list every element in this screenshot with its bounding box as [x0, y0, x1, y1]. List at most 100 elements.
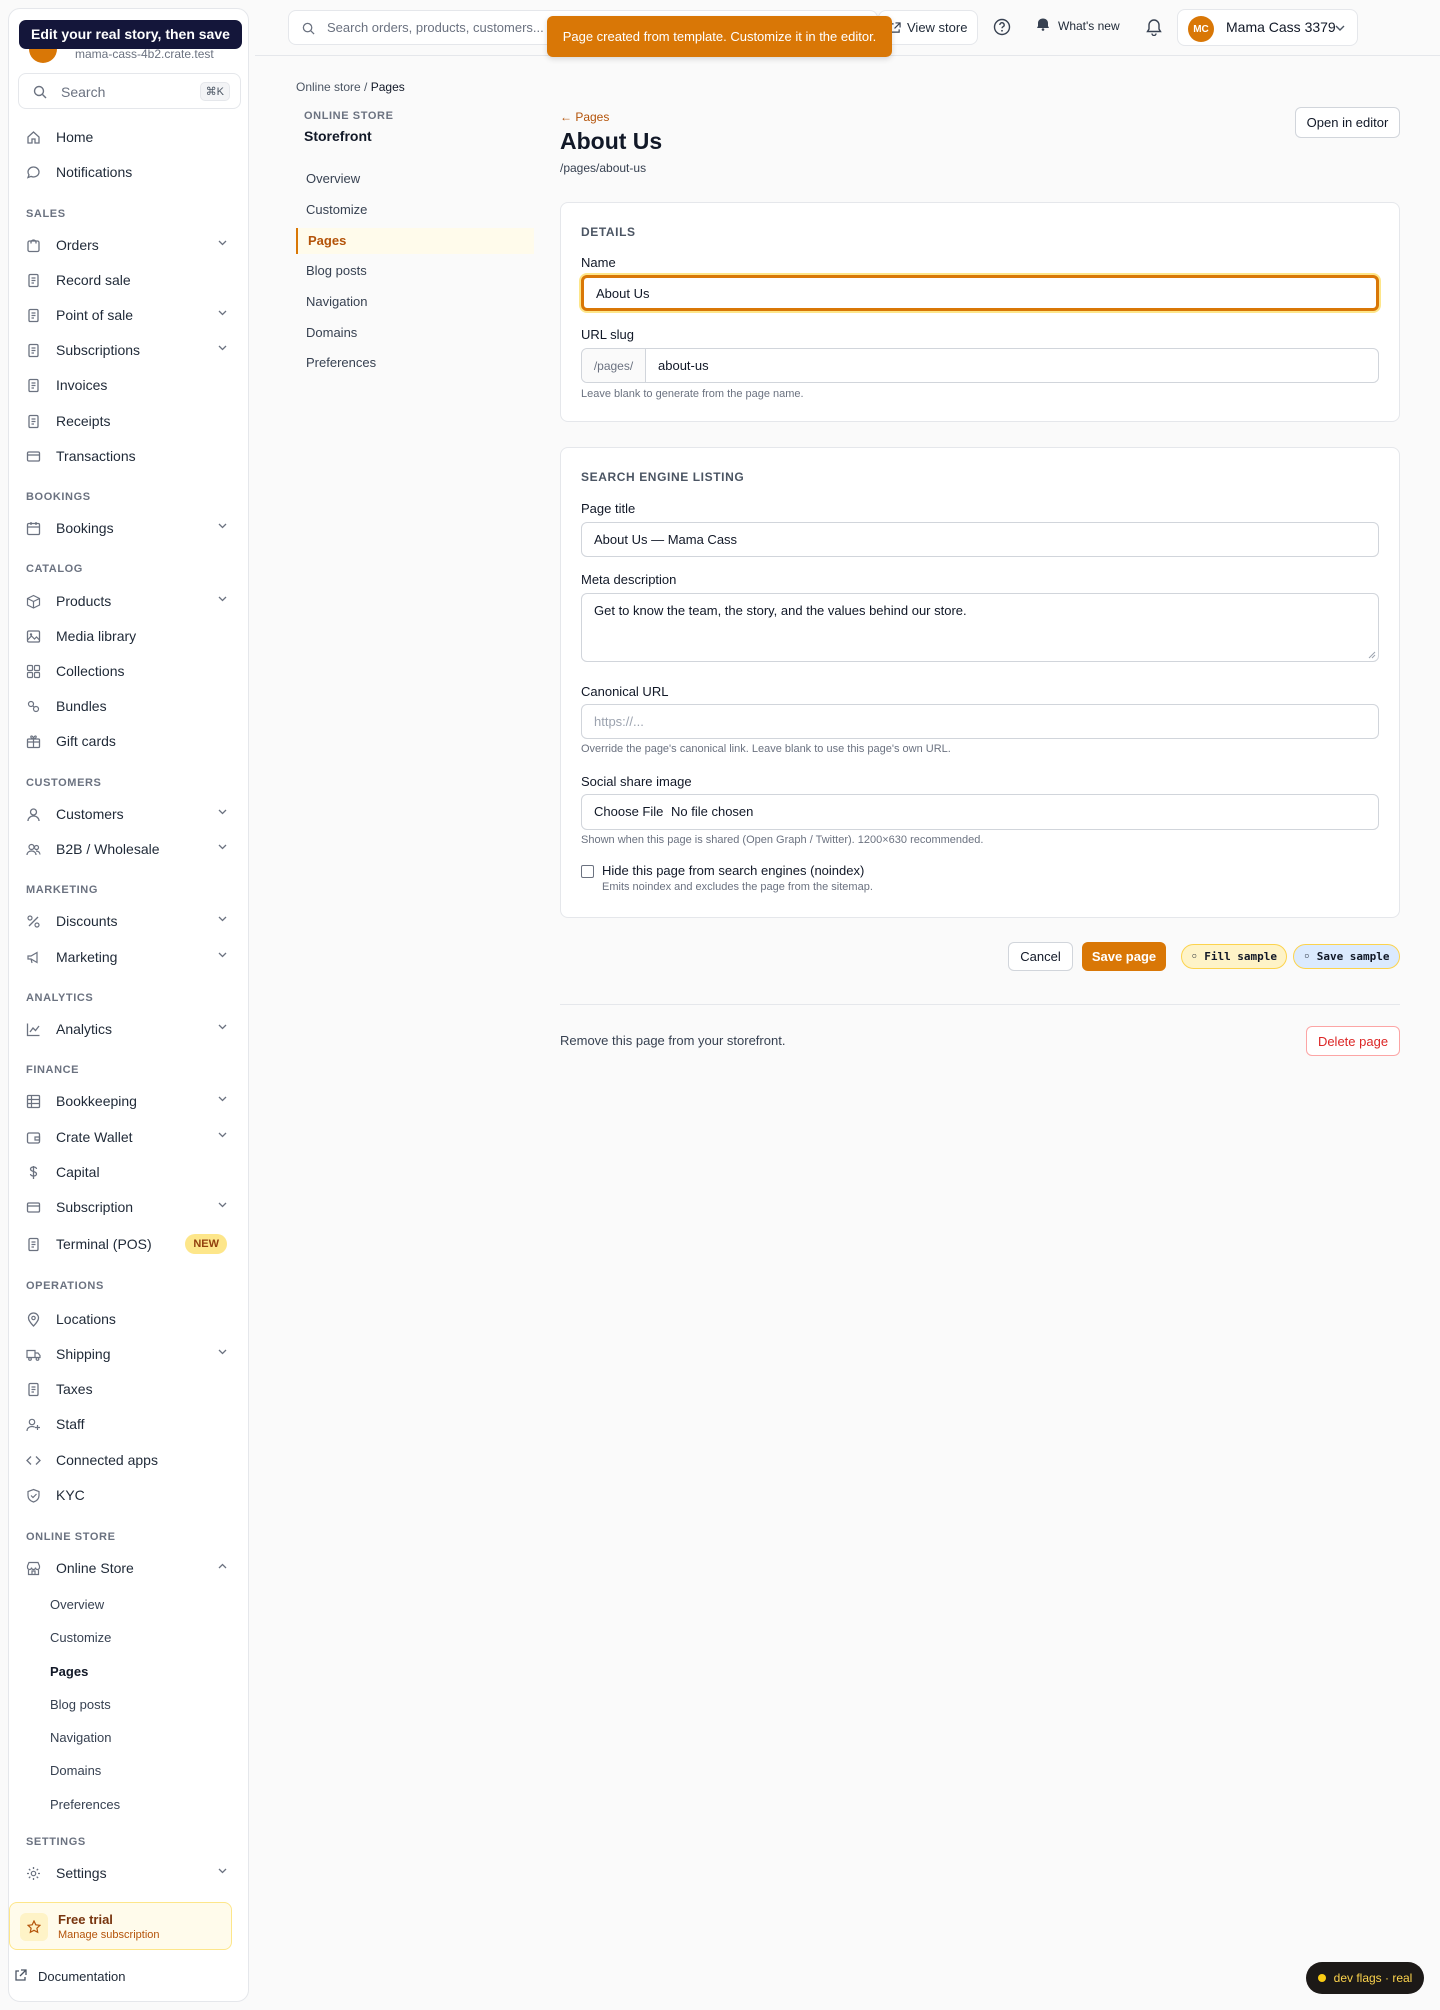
whats-new-button[interactable]: What's new	[1036, 17, 1120, 33]
local-nav-overview[interactable]: Overview	[296, 166, 534, 192]
sidebar-item-locations[interactable]: Locations	[12, 1303, 245, 1335]
sidebar-item-gift-cards[interactable]: Gift cards	[12, 725, 245, 757]
sidebar-item-settings[interactable]: Settings	[12, 1857, 245, 1889]
shortcut-hint: ⌘K	[199, 82, 230, 101]
sidebar-item-label: Staff	[56, 1416, 85, 1432]
save-page-button[interactable]: Save page	[1082, 942, 1166, 971]
social-share-file-input[interactable]: Choose File No file chosen	[581, 794, 1379, 830]
sidebar-subitem-4[interactable]: Navigation	[50, 1730, 111, 1745]
sidebar-item-label: Subscription	[56, 1199, 134, 1215]
sidebar-item-label: Bookkeeping	[56, 1093, 137, 1109]
sidebar-item-label: Terminal (POS)	[56, 1236, 152, 1252]
sidebar-item-b2b[interactable]: B2B / Wholesale	[12, 833, 245, 865]
sidebar-item-connected-apps[interactable]: Connected apps	[12, 1444, 245, 1476]
sidebar-subitem-1[interactable]: Customize	[50, 1630, 111, 1645]
sidebar-item-label: Discounts	[56, 913, 118, 929]
sidebar-item-label: Bundles	[56, 698, 107, 714]
sidebar-item-media[interactable]: Media library	[12, 620, 245, 652]
back-to-pages-link[interactable]: ← Pages	[560, 110, 609, 124]
sidebar-item-customers[interactable]: Customers	[12, 798, 245, 830]
save-sample-button[interactable]: ◦ Save sample	[1293, 944, 1400, 969]
external-link-icon	[15, 1969, 27, 1981]
doc-icon	[26, 343, 41, 358]
sidebar-item-products[interactable]: Products	[12, 585, 245, 617]
section-bookings: BOOKINGS	[26, 491, 91, 503]
sidebar-item-label: Media library	[56, 628, 137, 644]
sidebar-subitem-5[interactable]: Domains	[50, 1763, 101, 1778]
sidebar-item-invoices[interactable]: Invoices	[12, 369, 245, 401]
pin-icon	[26, 1312, 41, 1327]
meta-description-label: Meta description	[581, 572, 677, 587]
sidebar-search[interactable]: Search ⌘K	[18, 73, 241, 109]
sidebar-item-collections[interactable]: Collections	[12, 655, 245, 687]
sidebar-item-orders[interactable]: Orders	[12, 229, 245, 261]
sidebar-item-staff[interactable]: Staff	[12, 1408, 245, 1440]
local-nav-preferences[interactable]: Preferences	[296, 350, 534, 376]
global-search-placeholder: Search orders, products, customers...	[327, 20, 544, 35]
sidebar-item-notifications[interactable]: Notifications	[12, 156, 245, 188]
name-input[interactable]	[581, 275, 1379, 311]
sidebar-item-transactions[interactable]: Transactions	[12, 440, 245, 472]
fill-sample-button[interactable]: ◦ Fill sample	[1181, 944, 1287, 969]
choose-file-button[interactable]: Choose File	[594, 804, 663, 819]
documentation-link[interactable]: Documentation	[14, 1969, 125, 1984]
local-nav-domains[interactable]: Domains	[296, 320, 534, 346]
local-nav-navigation[interactable]: Navigation	[296, 289, 534, 315]
url-slug-field[interactable]: /pages/ about-us	[581, 348, 1379, 383]
sidebar-item-online-store[interactable]: Online Store	[12, 1552, 245, 1584]
whats-new-label: What's new	[1058, 19, 1120, 33]
page-title-input[interactable]: About Us — Mama Cass	[581, 522, 1379, 557]
sidebar-item-capital[interactable]: Capital	[12, 1156, 245, 1188]
sidebar-item-record-sale[interactable]: Record sale	[12, 264, 245, 296]
sidebar-item-analytics[interactable]: Analytics	[12, 1013, 245, 1045]
sidebar-item-terminal[interactable]: Terminal (POS) NEW	[12, 1228, 245, 1260]
chevron-down-icon	[218, 523, 227, 529]
canonical-url-input[interactable]: https://...	[581, 704, 1379, 739]
account-menu-button[interactable]: MC Mama Cass 3379	[1177, 9, 1358, 46]
person-icon	[26, 807, 41, 822]
sidebar-item-crate-wallet[interactable]: Crate Wallet	[12, 1121, 245, 1153]
section-marketing: MARKETING	[26, 884, 99, 896]
sidebar-item-kyc[interactable]: KYC	[12, 1479, 245, 1511]
sidebar-item-taxes[interactable]: Taxes	[12, 1373, 245, 1405]
bell-icon[interactable]	[1145, 17, 1163, 36]
sidebar-subitem-0[interactable]: Overview	[50, 1597, 104, 1612]
sidebar-item-marketing[interactable]: Marketing	[12, 941, 245, 973]
sidebar-item-label: Notifications	[56, 164, 133, 180]
breadcrumb-online-store[interactable]: Online store	[296, 80, 361, 94]
noindex-checkbox[interactable]	[581, 865, 594, 878]
sidebar-item-bundles[interactable]: Bundles	[12, 690, 245, 722]
sidebar-item-subscriptions[interactable]: Subscriptions	[12, 334, 245, 366]
local-nav-customize[interactable]: Customize	[296, 197, 534, 223]
open-in-editor-button[interactable]: Open in editor	[1295, 107, 1400, 138]
free-trial-card[interactable]: Free trial Manage subscription	[9, 1902, 232, 1950]
sidebar-item-discounts[interactable]: Discounts	[12, 905, 245, 937]
sidebar-item-shipping[interactable]: Shipping	[12, 1338, 245, 1370]
dev-flags-badge[interactable]: dev flags · real	[1306, 1962, 1424, 1994]
meta-description-textarea[interactable]: Get to know the team, the story, and the…	[581, 593, 1379, 662]
cancel-button[interactable]: Cancel	[1008, 942, 1073, 971]
manage-subscription-link[interactable]: Manage subscription	[58, 1929, 160, 1941]
sidebar-subitem-6[interactable]: Preferences	[50, 1797, 120, 1812]
local-nav-blog-posts[interactable]: Blog posts	[296, 258, 534, 284]
sidebar-subitem-3[interactable]: Blog posts	[50, 1697, 111, 1712]
sidebar-item-label: Record sale	[56, 272, 131, 288]
star-icon	[20, 1913, 48, 1941]
section-customers: CUSTOMERS	[26, 777, 102, 789]
sidebar-item-receipts[interactable]: Receipts	[12, 405, 245, 437]
sidebar-item-label: Bookings	[56, 520, 114, 536]
chevron-down-icon	[218, 310, 227, 316]
local-nav-pages[interactable]: Pages	[296, 228, 534, 254]
sidebar-item-subscription[interactable]: Subscription	[12, 1191, 245, 1223]
view-store-button[interactable]: View store	[878, 10, 978, 45]
sidebar-subitem-2[interactable]: Pages	[50, 1664, 88, 1679]
doc-icon	[26, 378, 41, 393]
help-icon[interactable]	[993, 18, 1011, 36]
resize-handle-icon[interactable]	[1368, 651, 1376, 659]
sidebar-item-bookkeeping[interactable]: Bookkeeping	[12, 1085, 245, 1117]
sidebar-item-home[interactable]: Home	[12, 121, 245, 153]
sidebar-item-pos[interactable]: Point of sale	[12, 299, 245, 331]
sidebar-item-label: Locations	[56, 1311, 116, 1327]
sidebar-item-bookings[interactable]: Bookings	[12, 512, 245, 544]
delete-page-button[interactable]: Delete page	[1306, 1026, 1400, 1056]
